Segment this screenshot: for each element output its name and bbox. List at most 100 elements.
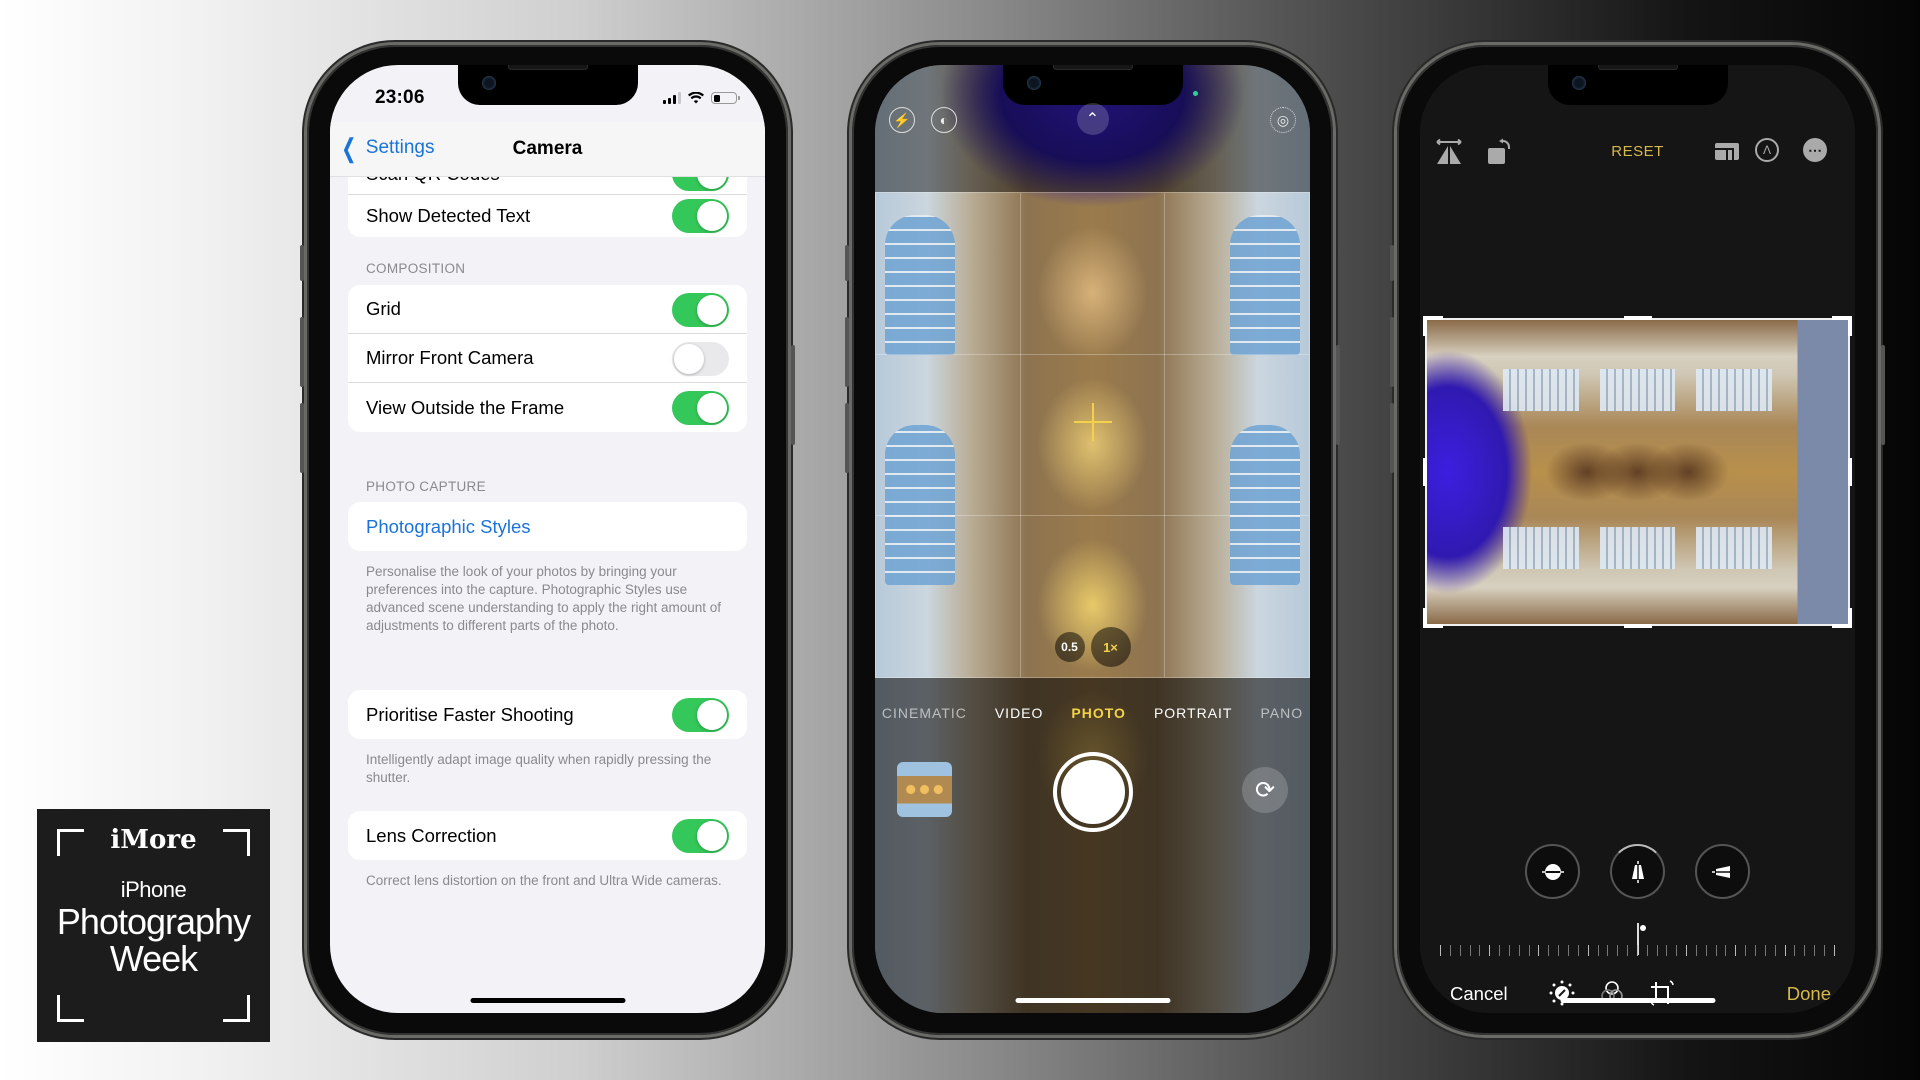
perspective-tools bbox=[1420, 844, 1855, 899]
settings-row[interactable]: Show Detected Text bbox=[348, 195, 747, 237]
crop-handle-top[interactable] bbox=[1623, 316, 1652, 320]
notch bbox=[457, 65, 638, 105]
crop-handle-bottom[interactable] bbox=[1623, 624, 1652, 628]
shutter-button[interactable] bbox=[1052, 752, 1133, 832]
crop-photo[interactable] bbox=[1423, 316, 1852, 628]
crop-handle-right[interactable] bbox=[1848, 458, 1852, 486]
logo-title-line2: Week bbox=[109, 938, 198, 979]
flash-off-icon[interactable]: ⚡ bbox=[889, 107, 915, 133]
logo-subtitle: iPhone bbox=[120, 877, 187, 902]
zoom-selector: 0.5 1× bbox=[1054, 627, 1131, 667]
photo-window bbox=[1696, 368, 1773, 412]
night-mode-icon[interactable]: ◐ bbox=[931, 107, 957, 133]
ruler-tick bbox=[1725, 945, 1727, 956]
photographic-styles-link[interactable]: Photographic Styles bbox=[348, 502, 747, 551]
settings-row[interactable]: Lens Correction bbox=[348, 811, 747, 860]
crop-handle-bottom-left[interactable] bbox=[1423, 608, 1427, 628]
home-indicator[interactable] bbox=[470, 998, 625, 1003]
speaker-grill bbox=[1597, 65, 1678, 70]
mute-switch bbox=[300, 245, 304, 281]
aspect-ratio-icon[interactable] bbox=[1713, 137, 1741, 165]
ruler-tick bbox=[1666, 945, 1668, 956]
view-outside-frame-toggle[interactable] bbox=[672, 391, 729, 425]
photo-window bbox=[1599, 526, 1676, 570]
straighten-icon[interactable] bbox=[1525, 844, 1580, 899]
mode-portrait[interactable]: PORTRAIT bbox=[1154, 705, 1233, 721]
mode-pano[interactable]: PANO bbox=[1260, 705, 1303, 721]
chevron-up-icon[interactable]: ⌃ bbox=[1076, 103, 1109, 135]
crop-handle-left[interactable] bbox=[1423, 458, 1427, 486]
ruler-tick bbox=[1587, 945, 1589, 956]
ruler-tick bbox=[1558, 945, 1560, 956]
ruler-tick bbox=[1508, 945, 1510, 956]
mirror-front-camera-toggle[interactable] bbox=[672, 342, 729, 376]
ruler-tick bbox=[1499, 945, 1501, 956]
photo-window bbox=[1502, 368, 1579, 412]
ruler-tick bbox=[1440, 945, 1441, 956]
ruler-tick bbox=[1646, 945, 1648, 956]
settings-row[interactable]: Prioritise Faster Shooting bbox=[348, 690, 747, 739]
speaker-grill bbox=[507, 65, 588, 70]
settings-group-lens: Lens Correction bbox=[348, 811, 747, 860]
editor-screen: RESET Λ ⋯ Cancel Done bbox=[1420, 65, 1855, 1013]
home-indicator[interactable] bbox=[1560, 998, 1715, 1003]
crop-handle-bottom-right[interactable] bbox=[1848, 608, 1852, 628]
ruler-tick bbox=[1705, 945, 1707, 956]
reset-button[interactable]: RESET bbox=[1420, 143, 1855, 160]
more-options-icon[interactable]: ⋯ bbox=[1803, 138, 1827, 162]
logo-corner-bottom-right bbox=[223, 995, 250, 1022]
footnote: Intelligently adapt image quality when r… bbox=[366, 752, 712, 785]
done-button[interactable]: Done bbox=[1787, 983, 1831, 1005]
logo-title-line1: Photography bbox=[56, 901, 251, 942]
ruler-tick bbox=[1567, 945, 1569, 956]
volume-down-button bbox=[1390, 403, 1394, 473]
phone-settings: 23:06 ❮ Settings Camera Scan QR Codes Sh… bbox=[300, 45, 795, 1035]
settings-row[interactable]: View Outside the Frame bbox=[348, 383, 747, 432]
ruler-tick bbox=[1764, 945, 1766, 956]
battery-icon bbox=[711, 92, 740, 104]
crop-handle-top-right[interactable] bbox=[1848, 316, 1852, 336]
ruler-tick bbox=[1577, 945, 1579, 956]
camera-in-use-indicator bbox=[1193, 91, 1198, 96]
status-icons bbox=[663, 92, 740, 104]
ruler-tick bbox=[1449, 945, 1451, 956]
vertical-perspective-icon[interactable] bbox=[1610, 844, 1665, 899]
mode-photo[interactable]: PHOTO bbox=[1071, 705, 1126, 721]
horizontal-perspective-icon[interactable] bbox=[1695, 844, 1750, 899]
straighten-slider[interactable] bbox=[1440, 942, 1835, 956]
camera-mode-selector: CINEMATIC VIDEO PHOTO PORTRAIT PANO bbox=[875, 705, 1310, 721]
ruler-tick bbox=[1617, 945, 1619, 956]
mode-cinematic[interactable]: CINEMATIC bbox=[882, 705, 967, 721]
front-camera bbox=[481, 76, 496, 90]
settings-screen: 23:06 ❮ Settings Camera Scan QR Codes Sh… bbox=[330, 65, 765, 1013]
wifi-icon bbox=[688, 92, 704, 104]
lens-correction-toggle[interactable] bbox=[672, 819, 729, 853]
side-button bbox=[1881, 345, 1885, 445]
grid-toggle[interactable] bbox=[672, 293, 729, 327]
imore-photography-week-logo: iMore iPhone Photography Week bbox=[37, 809, 270, 1042]
grid-line bbox=[876, 515, 1309, 517]
home-indicator[interactable] bbox=[1015, 998, 1170, 1003]
prioritise-faster-shooting-toggle[interactable] bbox=[672, 698, 729, 732]
show-detected-text-toggle[interactable] bbox=[672, 199, 729, 233]
section-header: COMPOSITION bbox=[366, 261, 466, 276]
cancel-button[interactable]: Cancel bbox=[1450, 983, 1508, 1005]
mode-video[interactable]: VIDEO bbox=[995, 705, 1044, 721]
markup-icon[interactable]: Λ bbox=[1755, 138, 1779, 162]
flip-camera-icon[interactable]: ⟳ bbox=[1242, 767, 1288, 813]
last-photo-thumbnail[interactable] bbox=[897, 762, 952, 817]
ruler-tick bbox=[1528, 945, 1530, 956]
live-photo-off-icon[interactable]: ◎ bbox=[1270, 107, 1296, 133]
crop-handle-top-left[interactable] bbox=[1423, 316, 1427, 336]
zoom-1x-button[interactable]: 1× bbox=[1090, 627, 1131, 667]
ruler-tick bbox=[1715, 945, 1717, 956]
zoom-0.5-button[interactable]: 0.5 bbox=[1054, 632, 1085, 662]
grid-line bbox=[1020, 193, 1022, 677]
logo-brand: iMore bbox=[110, 825, 197, 855]
volume-down-button bbox=[300, 403, 304, 473]
settings-row[interactable]: Mirror Front Camera bbox=[348, 334, 747, 383]
settings-row[interactable]: Grid bbox=[348, 285, 747, 334]
footnote: Personalise the look of your photos by b… bbox=[366, 564, 721, 633]
ruler-tick bbox=[1755, 945, 1756, 956]
ruler-tick bbox=[1607, 945, 1609, 956]
